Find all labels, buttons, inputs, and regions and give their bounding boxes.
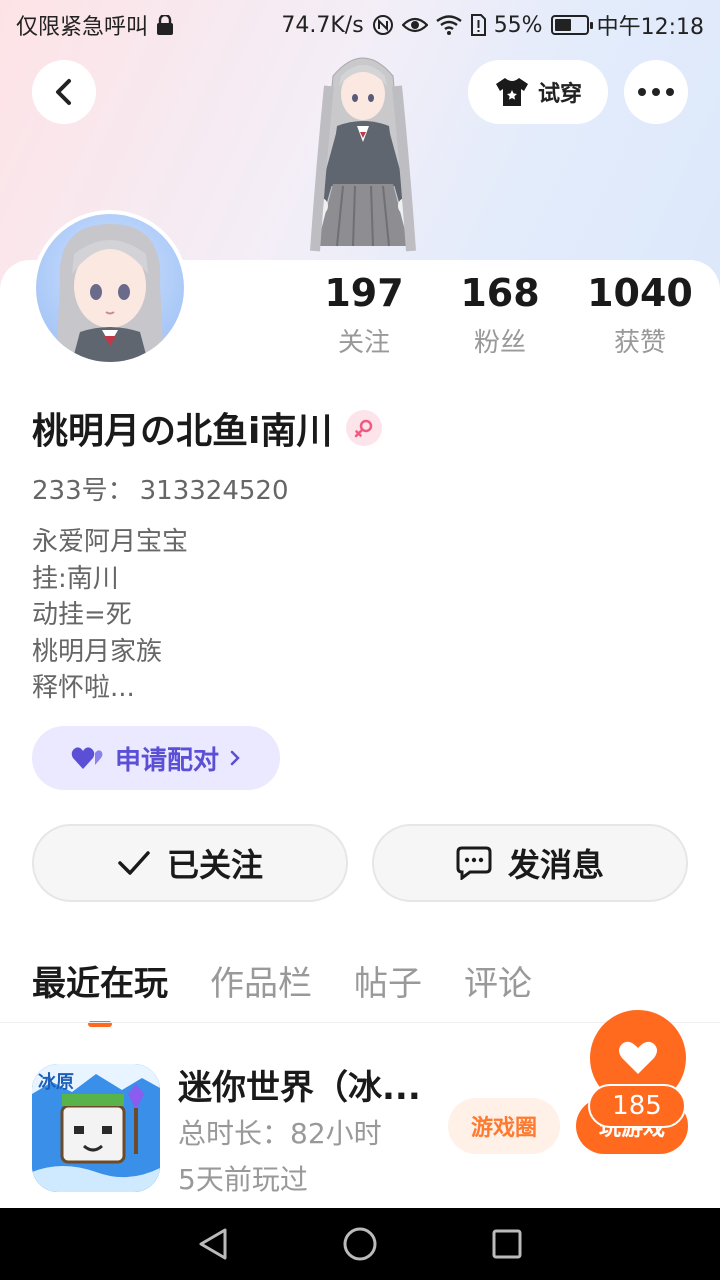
carrier-text: 仅限紧急呼叫 (16, 15, 149, 40)
sim-alert-icon (470, 14, 486, 36)
try-on-button[interactable]: 试穿 (468, 60, 608, 124)
avatar-3d-character (285, 46, 440, 261)
profile-stats: 197 关注 168 粉丝 1040 获赞 (300, 270, 700, 370)
bio-line: 挂:南川 (32, 563, 119, 594)
game-last-played: 5天前玩过 (178, 1163, 308, 1196)
nfc-icon (372, 14, 394, 36)
game-circle-button[interactable]: 游戏圈 (448, 1098, 560, 1154)
followers-count: 168 (460, 271, 540, 315)
bio: 永爱阿月宝宝 挂:南川 动挂=死 桃明月家族 释怀啦... (32, 524, 188, 707)
likes-label: 获赞 (613, 328, 666, 358)
eye-icon (401, 16, 428, 34)
chevron-left-icon (56, 79, 71, 105)
tab-comments[interactable]: 评论 (464, 956, 532, 1027)
user-id-label: 233号： (32, 476, 134, 506)
profile-tabs: 最近在玩 作品栏 帖子 评论 (32, 956, 532, 1027)
stat-followers[interactable]: 168 粉丝 (450, 270, 550, 359)
tshirt-icon (495, 78, 528, 106)
nav-home-icon[interactable] (342, 1226, 378, 1262)
game-title[interactable]: 迷你世界（冰... (178, 1060, 421, 1109)
female-icon (346, 410, 383, 446)
more-button[interactable] (624, 60, 688, 124)
followed-label: 已关注 (166, 846, 263, 884)
pair-request-button[interactable]: 申请配对 (32, 726, 280, 790)
bio-line: 永爱阿月宝宝 (32, 527, 189, 557)
message-label: 发消息 (507, 846, 604, 884)
try-on-label: 试穿 (537, 82, 582, 107)
wifi-icon (435, 15, 462, 35)
status-bar: 仅限紧急呼叫 74.7K/s 55% 中午12:18 (0, 0, 720, 50)
game-icon-text: 冰原 (38, 1071, 74, 1093)
following-count: 197 (324, 271, 404, 315)
battery-percent: 55% (493, 12, 543, 38)
avatar[interactable] (32, 210, 188, 366)
followed-button[interactable]: 已关注 (32, 824, 348, 902)
heart-icon (619, 1041, 657, 1074)
nickname: 桃明月の北鱼i南川 (32, 411, 333, 452)
following-label: 关注 (337, 328, 390, 358)
tab-posts[interactable]: 帖子 (354, 956, 422, 1027)
user-id-value: 313324520 (139, 476, 289, 506)
game-duration: 总时长：82小时 (178, 1117, 382, 1150)
check-icon (118, 851, 150, 875)
tab-works[interactable]: 作品栏 (210, 956, 312, 1027)
back-button[interactable] (32, 60, 96, 124)
battery-icon (550, 15, 593, 35)
more-dots-icon (638, 88, 674, 96)
stat-likes[interactable]: 1040 获赞 (580, 270, 700, 359)
nav-recents-icon[interactable] (491, 1228, 523, 1260)
bio-line: 桃明月家族 (32, 636, 163, 667)
tab-recent-play[interactable]: 最近在玩 (32, 956, 168, 1027)
pair-label: 申请配对 (114, 745, 219, 776)
game-icon[interactable]: 冰原 (32, 1064, 160, 1192)
like-count: 185 (588, 1084, 686, 1128)
stat-following[interactable]: 197 关注 (314, 270, 414, 359)
system-nav-bar (0, 1208, 720, 1280)
chevron-right-icon (230, 750, 240, 766)
likes-count: 1040 (587, 271, 693, 315)
bio-line: 动挂=死 (32, 600, 132, 630)
chat-bubble-icon (456, 846, 492, 880)
message-button[interactable]: 发消息 (372, 824, 688, 902)
network-speed: 74.7K/s (281, 12, 364, 38)
followers-label: 粉丝 (473, 328, 526, 358)
user-id: 233号： 313324520 (32, 470, 295, 507)
nav-back-icon[interactable] (197, 1227, 229, 1261)
double-heart-icon (71, 747, 103, 769)
clock: 中午12:18 (596, 15, 704, 40)
nickname-row: 桃明月の北鱼i南川 (32, 402, 383, 454)
list-item[interactable]: 冰原 迷你世界（冰... 总时长：82小时 5天前玩过 游戏圈 玩游戏 (32, 1060, 688, 1196)
lock-icon (156, 15, 174, 35)
bio-line: 释怀啦... (32, 673, 135, 703)
